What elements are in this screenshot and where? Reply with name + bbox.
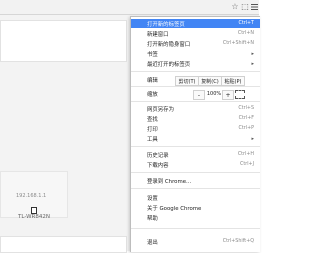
menu-item-shortcut: Ctrl+T [238,21,255,26]
menu-item-shortcut: Ctrl+Shift+Q [222,239,254,244]
submenu-arrow-icon: ▸ [251,135,254,142]
menu-item-downloads[interactable]: 下载内容 Ctrl+J [131,160,260,169]
menu-item-help[interactable]: 帮助 [131,213,260,222]
menu-separator [131,172,260,173]
zoom-label: 缩放 [147,91,158,98]
menu-item-shortcut: Ctrl+Shift+N [222,41,254,46]
menu-item-label: 书签 [147,51,158,58]
menu-separator [131,146,260,147]
menu-item-label: 打开新的隐身窗口 [147,41,191,48]
menu-item-tools[interactable]: 工具 ▸ [131,134,260,143]
menu-item-label: 最近打开的标签页 [147,61,191,68]
menu-separator [131,86,260,87]
menu-item-label: 帮助 [147,215,158,222]
menu-item-history[interactable]: 历史记录 Ctrl+H [131,150,260,159]
paste-button[interactable]: 粘贴(P) [221,76,245,86]
menu-item-incognito[interactable]: 打开新的隐身窗口 Ctrl+Shift+N [131,39,260,48]
menu-item-find[interactable]: 查找 Ctrl+F [131,114,260,123]
menu-separator [131,71,260,72]
menu-item-shortcut: Ctrl+F [238,116,254,121]
bookmark-star-icon[interactable]: ☆ [230,2,240,12]
menu-edit-row: 编辑 剪切(T) 复制(C) 粘贴(P) [131,75,260,86]
content-panel-bottom [0,236,127,253]
menu-item-exit[interactable]: 退出 Ctrl+Shift+Q [131,237,260,246]
menu-item-shortcut: Ctrl+P [238,126,254,131]
menu-item-new-window[interactable]: 新建窗口 Ctrl+N [131,29,260,38]
content-panel [0,20,127,62]
chrome-menu-icon[interactable] [249,2,259,12]
menu-item-label: 设置 [147,195,158,202]
menu-item-label: 打印 [147,126,158,133]
submenu-arrow-icon: ▸ [251,50,254,57]
menu-separator [131,228,260,229]
menu-item-settings[interactable]: 设置 [131,193,260,202]
mouse-cursor-icon [31,207,37,214]
browser-toolbar: ☆ ⬚ [0,0,259,15]
device-model: TL-WR842N [18,214,50,220]
zoom-value: 100% [206,91,222,97]
menu-item-label: 登录到 Chrome... [147,178,192,185]
menu-separator [131,188,260,189]
menu-item-label: 查找 [147,116,158,123]
menu-item-about[interactable]: 关于 Google Chrome [131,203,260,212]
menu-item-bookmarks[interactable]: 书签 ▸ [131,49,260,58]
menu-item-label: 退出 [147,239,158,246]
edit-label: 编辑 [147,77,158,84]
menu-item-label: 新建窗口 [147,31,169,38]
menu-item-label: 关于 Google Chrome [147,205,202,212]
menu-item-shortcut: Ctrl+J [240,162,254,167]
menu-item-shortcut: Ctrl+S [238,106,254,111]
menu-item-shortcut: Ctrl+N [237,31,254,36]
menu-item-save-page[interactable]: 网页另存为 Ctrl+S [131,104,260,113]
device-ip: 192.168.1.1 [16,193,47,199]
menu-zoom-row: 缩放 - 100% + [131,89,260,100]
menu-item-label: 下载内容 [147,162,169,169]
submenu-arrow-icon: ▸ [251,60,254,67]
copy-button[interactable]: 复制(C) [198,76,222,86]
fullscreen-icon[interactable] [235,90,245,99]
menu-item-label: 工具 [147,136,158,143]
zoom-out-button[interactable]: - [193,90,205,100]
chrome-menu: 打开新的标签页 Ctrl+T 新建窗口 Ctrl+N 打开新的隐身窗口 Ctrl… [130,16,260,252]
zoom-in-button[interactable]: + [222,90,234,100]
menu-item-signin[interactable]: 登录到 Chrome... [131,176,260,185]
cut-button[interactable]: 剪切(T) [175,76,199,86]
menu-item-recent-tabs[interactable]: 最近打开的标签页 ▸ [131,59,260,68]
menu-item-label: 网页另存为 [147,106,174,113]
menu-item-label: 打开新的标签页 [147,21,185,28]
menu-separator [131,101,260,102]
menu-item-print[interactable]: 打印 Ctrl+P [131,124,260,133]
menu-item-shortcut: Ctrl+H [237,152,254,157]
menu-item-new-tab[interactable]: 打开新的标签页 Ctrl+T [131,19,260,28]
menu-item-label: 历史记录 [147,152,169,159]
